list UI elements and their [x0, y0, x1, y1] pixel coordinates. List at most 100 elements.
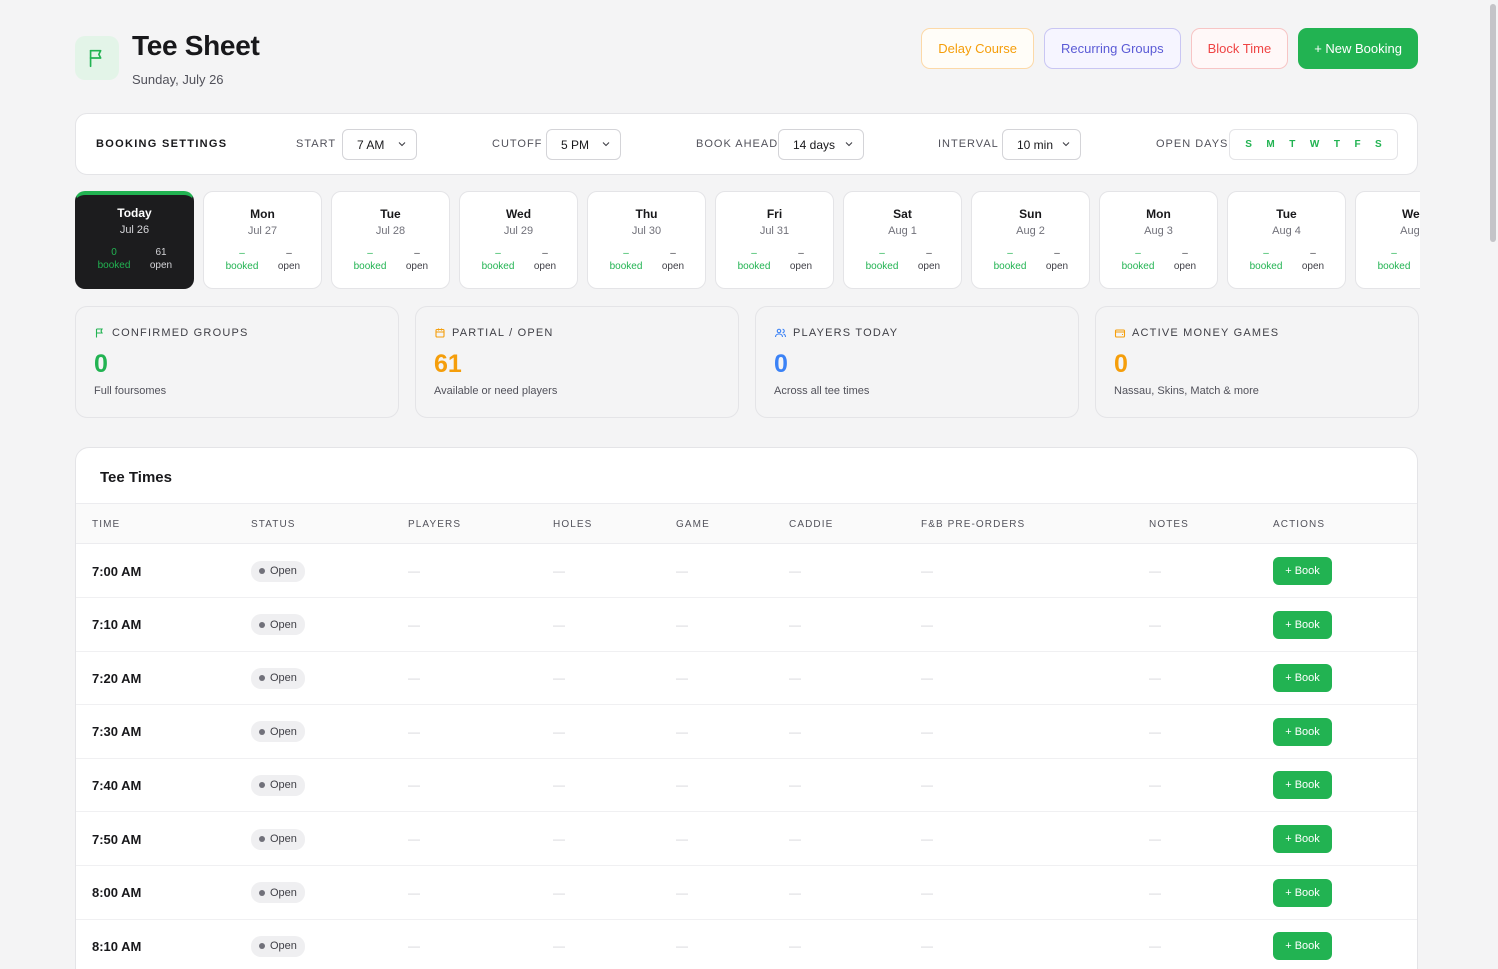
date-card[interactable]: Fri Jul 31– booked – open [715, 191, 834, 289]
tee-time: 7:00 AM [92, 563, 142, 579]
status-dot-icon [259, 621, 265, 628]
book-button[interactable]: + Book [1273, 825, 1332, 853]
date-card[interactable]: Wed Jul 29– booked – open [459, 191, 578, 289]
cutoff-select-value: 5 PM [561, 137, 590, 152]
booked-label: booked [1249, 261, 1283, 272]
open-label: open [149, 260, 173, 271]
status-dot-icon [259, 728, 265, 735]
open-label: open [917, 261, 941, 272]
book-button[interactable]: + Book [1273, 878, 1332, 907]
interval-select[interactable]: 10 min [1002, 129, 1081, 160]
date-card[interactable]: Tue Aug 4– booked – open [1227, 191, 1346, 289]
open-day-toggle[interactable]: W [1310, 139, 1319, 150]
block-time-button[interactable]: Block Time [1190, 28, 1289, 69]
booked-count: – booked [222, 248, 262, 272]
table-row: 8:00 AM Open — — — — — — + Book [76, 866, 1417, 920]
booked-value: – [1007, 248, 1013, 259]
date-card[interactable]: Tue Jul 28– booked – open [331, 191, 450, 289]
booked-count: – booked [1118, 248, 1158, 272]
recurring-groups-button[interactable]: Recurring Groups [1044, 28, 1181, 69]
date-card[interactable]: Sun Aug 2– booked – open [971, 191, 1090, 289]
tee-time: 7:40 AM [92, 777, 142, 793]
booked-value: – [367, 248, 373, 259]
date-card[interactable]: Thu Jul 30– booked – open [587, 191, 706, 289]
date-card[interactable]: Today Jul 26 0 booked 61 open [75, 191, 194, 289]
empty-cell: — [676, 778, 688, 793]
open-day-toggle[interactable]: T [1334, 139, 1340, 150]
stat-card-confirmed-groups: CONFIRMED GROUPS 0 Full foursomes [75, 306, 399, 418]
interval-label: INTERVAL [938, 138, 999, 150]
open-label: open [533, 261, 557, 272]
page-header: Tee Sheet Sunday, July 26 Delay Course R… [75, 28, 1418, 90]
new-booking-button[interactable]: + New Booking [1298, 28, 1418, 69]
date-card-day: Mon [1146, 207, 1171, 221]
date-card[interactable]: Mon Aug 3– booked – open [1099, 191, 1218, 289]
open-label: open [277, 261, 301, 272]
open-count: – open [909, 248, 949, 272]
open-count: – open [781, 248, 821, 272]
date-card-day: Thu [635, 207, 658, 221]
status-text: Open [270, 618, 297, 631]
booked-label: booked [353, 261, 387, 272]
open-value: – [670, 248, 676, 259]
date-card[interactable]: Mon Jul 27– booked – open [203, 191, 322, 289]
empty-cell: — [1149, 671, 1161, 686]
empty-cell: — [553, 939, 565, 954]
stat-value: 61 [434, 350, 462, 378]
booked-value: 0 [111, 247, 117, 258]
action-cell: + Book [1273, 758, 1332, 812]
start-select[interactable]: 7 AM [342, 129, 417, 160]
book-button[interactable]: + Book [1273, 610, 1332, 639]
tee-times-table: Tee Times TIME STATUS PLAYERS HOLES GAME… [75, 447, 1418, 969]
action-cell: + Book [1273, 812, 1332, 866]
book-button[interactable]: + Book [1273, 664, 1332, 693]
cutoff-select[interactable]: 5 PM [546, 129, 621, 160]
date-card-day: Sun [1019, 207, 1042, 221]
tee-time: 7:20 AM [92, 670, 142, 686]
table-row: 8:10 AM Open — — — — — — + Book [76, 919, 1417, 969]
book-ahead-select[interactable]: 14 days [778, 129, 864, 160]
page-date: Sunday, July 26 [132, 72, 224, 87]
status-cell: Open [251, 866, 305, 920]
header-actions: Delay Course Recurring Groups Block Time… [921, 28, 1418, 69]
open-day-toggle[interactable]: S [1245, 139, 1252, 150]
status-badge: Open [251, 935, 305, 957]
status-text: Open [270, 886, 297, 899]
status-cell: Open [251, 705, 305, 759]
open-count: – open [1037, 248, 1077, 272]
stats-row: CONFIRMED GROUPS 0 Full foursomes PARTIA… [75, 306, 1419, 418]
booking-settings-title: BOOKING SETTINGS [96, 138, 228, 150]
open-day-toggle[interactable]: F [1354, 139, 1360, 150]
stat-label: PARTIAL / OPEN [452, 327, 554, 339]
empty-cell: — [408, 617, 420, 632]
date-card-date: Jul 31 [759, 225, 790, 237]
action-cell: + Book [1273, 544, 1332, 598]
open-day-toggle[interactable]: T [1289, 139, 1295, 150]
empty-cell: — [676, 671, 688, 686]
open-count: – open [653, 248, 693, 272]
date-card[interactable]: WedAug 5–booked–open [1355, 191, 1420, 289]
scrollbar-thumb[interactable] [1490, 4, 1496, 242]
date-card-day: Tue [380, 207, 401, 221]
tee-time: 8:10 AM [92, 938, 142, 954]
book-button[interactable]: + Book [1273, 771, 1332, 800]
book-button[interactable]: + Book [1273, 557, 1332, 585]
book-button[interactable]: + Book [1273, 932, 1332, 961]
date-card-date: Aug 2 [1016, 225, 1045, 237]
start-label: START [296, 138, 337, 150]
open-day-toggle[interactable]: S [1375, 139, 1382, 150]
booked-label: booked [1121, 261, 1155, 272]
calendar-icon [435, 328, 445, 338]
open-day-toggle[interactable]: M [1266, 139, 1274, 150]
empty-cell: — [553, 832, 565, 846]
status-text: Open [270, 672, 297, 685]
delay-course-button[interactable]: Delay Course [921, 28, 1034, 69]
booked-value: – [1135, 248, 1141, 259]
status-badge: Open [251, 882, 305, 904]
date-card[interactable]: Sat Aug 1– booked – open [843, 191, 962, 289]
page-scrollbar[interactable] [1486, 0, 1498, 969]
empty-cell: — [553, 564, 565, 578]
column-header-caddie: CADDIE [789, 519, 834, 530]
open-count: – open [1293, 248, 1333, 272]
book-button[interactable]: + Book [1273, 717, 1332, 746]
